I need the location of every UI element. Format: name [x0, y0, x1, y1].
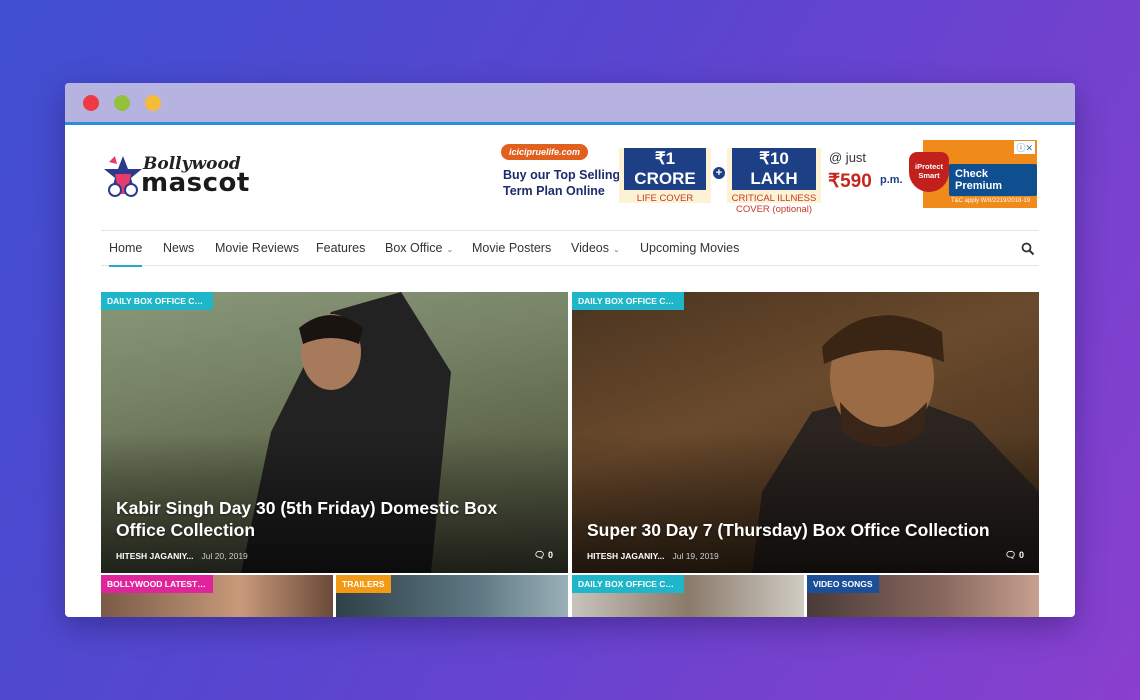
site-header: Bollywood mascot icicipruelife.com Buy o… — [65, 128, 1075, 228]
ad-crore-head: ₹1 CRORE — [624, 148, 706, 190]
banner-ad[interactable]: icicipruelife.com Buy our Top Selling Te… — [499, 140, 1039, 215]
maximize-window-button[interactable] — [145, 95, 161, 111]
nav-label: Box Office — [385, 241, 443, 255]
nav-item-features[interactable]: Features — [316, 231, 365, 266]
ad-price: ₹590 — [828, 171, 872, 192]
nav-item-movie-reviews[interactable]: Movie Reviews — [215, 231, 299, 266]
ad-lakh-sub-1: CRITICAL ILLNESS — [731, 193, 817, 204]
article-meta: HITESH JAGANIY... Jul 20, 2019 — [116, 551, 248, 561]
article-meta: HITESH JAGANIY... Jul 19, 2019 — [587, 551, 719, 561]
browser-window: Bollywood mascot icicipruelife.com Buy o… — [65, 83, 1075, 617]
star-logo-icon — [104, 156, 142, 197]
nav-item-movie-posters[interactable]: Movie Posters — [472, 231, 551, 266]
featured-grid: DAILY BOX OFFICE COLL... Kabir Singh Day… — [101, 292, 1039, 617]
nav-item-box-office[interactable]: Box Office ⌄ — [385, 231, 453, 266]
nav-item-upcoming-movies[interactable]: Upcoming Movies — [640, 231, 739, 266]
category-badge[interactable]: DAILY BOX OFFICE COLL... — [572, 292, 684, 310]
ad-fine-print: T&C apply W/II/2219/2018-19 — [951, 198, 1031, 204]
article-title[interactable]: Super 30 Day 7 (Thursday) Box Office Col… — [587, 519, 999, 541]
ad-crore-box: ₹1 CRORE LIFE COVER — [619, 148, 711, 204]
chevron-down-icon: ⌄ — [446, 245, 454, 254]
category-badge[interactable]: BOLLYWOOD LATEST N... — [101, 575, 213, 593]
comment-count[interactable]: 🗨 0 — [534, 550, 553, 561]
ad-per-month: p.m. — [880, 174, 903, 186]
nav-item-videos[interactable]: Videos ⌄ — [571, 231, 620, 266]
small-card-2[interactable]: TRAILERS — [336, 575, 568, 617]
main-nav: Home News Movie Reviews Features Box Off… — [101, 230, 1039, 267]
category-badge[interactable]: DAILY BOX OFFICE COLL... — [101, 292, 213, 310]
article-title[interactable]: Kabir Singh Day 30 (5th Friday) Domestic… — [116, 497, 528, 541]
article-date: Jul 19, 2019 — [672, 551, 719, 561]
search-icon[interactable] — [1021, 242, 1035, 256]
ad-headline-1: Buy our Top Selling — [503, 168, 621, 182]
featured-card-1[interactable]: DAILY BOX OFFICE COLL... Kabir Singh Day… — [101, 292, 568, 573]
logo-text-main: mascot — [141, 168, 250, 198]
ad-shield-logo: iProtect Smart — [909, 152, 949, 192]
ad-url-badge: icicipruelife.com — [501, 144, 589, 160]
comment-number: 0 — [1018, 550, 1024, 560]
ad-close-icon[interactable]: ⓘ✕ — [1014, 141, 1035, 154]
featured-card-2[interactable]: DAILY BOX OFFICE COLL... Super 30 Day 7 … — [572, 292, 1039, 573]
article-author[interactable]: HITESH JAGANIY... — [116, 551, 193, 561]
ad-headline-2: Term Plan Online — [503, 184, 605, 198]
small-card-1[interactable]: BOLLYWOOD LATEST N... — [101, 575, 333, 617]
nav-label: News — [163, 241, 195, 255]
ad-at-text: @ just — [829, 150, 867, 165]
small-card-4[interactable]: VIDEO SONGS — [807, 575, 1039, 617]
nav-label: Videos — [571, 241, 609, 255]
category-badge[interactable]: DAILY BOX OFFICE COLL... — [572, 575, 684, 593]
site-logo[interactable]: Bollywood mascot — [101, 152, 261, 204]
nav-label: Upcoming Movies — [640, 241, 740, 255]
ad-lakh-sub-2: COVER (optional) — [735, 204, 813, 215]
comment-number: 0 — [547, 550, 553, 560]
category-badge[interactable]: TRAILERS — [336, 575, 391, 593]
nav-item-news[interactable]: News — [163, 231, 194, 266]
window-titlebar — [65, 83, 1075, 125]
comment-icon: 🗨 — [1005, 550, 1017, 560]
comment-count[interactable]: 🗨 0 — [1005, 550, 1024, 561]
article-date: Jul 20, 2019 — [201, 551, 248, 561]
nav-item-home[interactable]: Home — [109, 231, 143, 267]
close-window-button[interactable] — [83, 95, 99, 111]
chevron-down-icon: ⌄ — [613, 245, 620, 254]
nav-label: Home — [109, 241, 143, 255]
category-badge[interactable]: VIDEO SONGS — [807, 575, 879, 593]
nav-label: Features — [316, 241, 366, 255]
ad-cta-panel: iProtect Smart Check Premium T&C apply W… — [909, 140, 1037, 208]
minimize-window-button[interactable] — [114, 95, 130, 111]
plus-icon: + — [713, 167, 725, 179]
comment-icon: 🗨 — [534, 550, 546, 560]
nav-label: Movie Reviews — [215, 241, 300, 255]
small-card-3[interactable]: DAILY BOX OFFICE COLL... — [572, 575, 804, 617]
check-premium-button[interactable]: Check Premium — [949, 164, 1037, 196]
nav-label: Movie Posters — [472, 241, 552, 255]
ad-lakh-box: ₹10 LAKH CRITICAL ILLNESS COVER (optiona… — [727, 148, 821, 215]
article-author[interactable]: HITESH JAGANIY... — [587, 551, 664, 561]
ad-crore-sub: LIFE COVER — [636, 193, 694, 204]
ad-lakh-head: ₹10 LAKH — [732, 148, 816, 190]
